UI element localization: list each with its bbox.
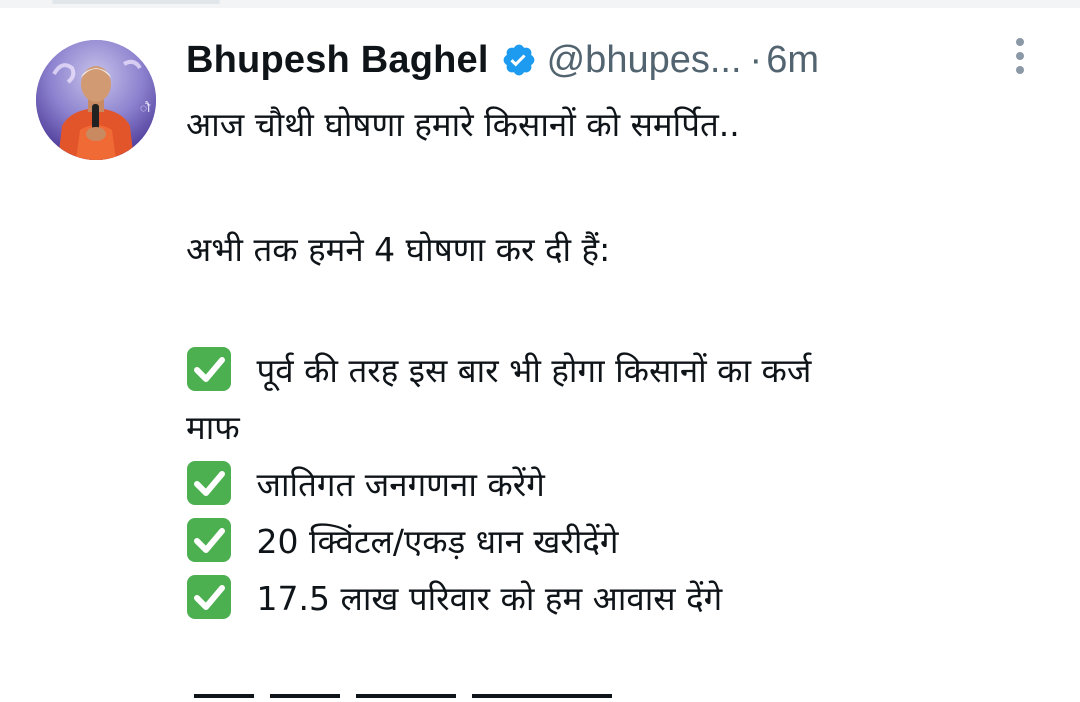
list-item: 20 क्विंटल/एकड़ धान खरीदेंगे <box>186 513 1046 570</box>
verified-badge-icon <box>501 42 537 78</box>
list-item-text: 20 क्विंटल/एकड़ धान खरीदेंगे <box>256 522 619 561</box>
more-vertical-icon[interactable] <box>1008 36 1032 76</box>
svg-text:ौ: ौ <box>140 101 151 115</box>
list-item-text: 17.5 लाख परिवार को हम आवास देंगे <box>256 579 723 618</box>
timestamp[interactable]: 6m <box>766 39 819 82</box>
check-mark-icon <box>187 517 231 562</box>
tweet-screen: ौ Bhupesh Baghel @bhupes... · 6m आज चौथी… <box>0 0 1080 702</box>
list-item-text: पूर्व की तरह इस बार भी होगा किसानों का क… <box>256 351 812 390</box>
tweet-text: आज चौथी घोषणा हमारे किसानों को समर्पित..… <box>186 96 1046 627</box>
check-mark-icon <box>187 346 231 391</box>
tweet-line-intro: आज चौथी घोषणा हमारे किसानों को समर्पित.. <box>186 105 740 144</box>
avatar[interactable]: ौ <box>36 40 156 160</box>
list-item-continuation: माफ <box>186 408 240 447</box>
list-item: जातिगत जनगणना करेंगे <box>186 456 1046 513</box>
tweet-header: Bhupesh Baghel @bhupes... · 6m <box>186 32 819 88</box>
avatar-image: ौ <box>36 40 156 160</box>
tweet-line-summary: अभी तक हमने 4 घोषणा कर दी हैं: <box>186 230 611 269</box>
list-item: 17.5 लाख परिवार को हम आवास देंगे <box>186 570 1046 627</box>
clipped-text-line <box>186 686 626 702</box>
list-item: पूर्व की तरह इस बार भी होगा किसानों का क… <box>186 342 1046 399</box>
check-mark-icon <box>187 460 231 505</box>
user-handle[interactable]: @bhupes... <box>547 39 742 82</box>
separator-dot: · <box>749 38 763 81</box>
check-mark-icon <box>187 574 231 619</box>
display-name[interactable]: Bhupesh Baghel <box>186 39 489 82</box>
list-item-text: जातिगत जनगणना करेंगे <box>256 465 545 504</box>
top-divider <box>52 0 220 4</box>
